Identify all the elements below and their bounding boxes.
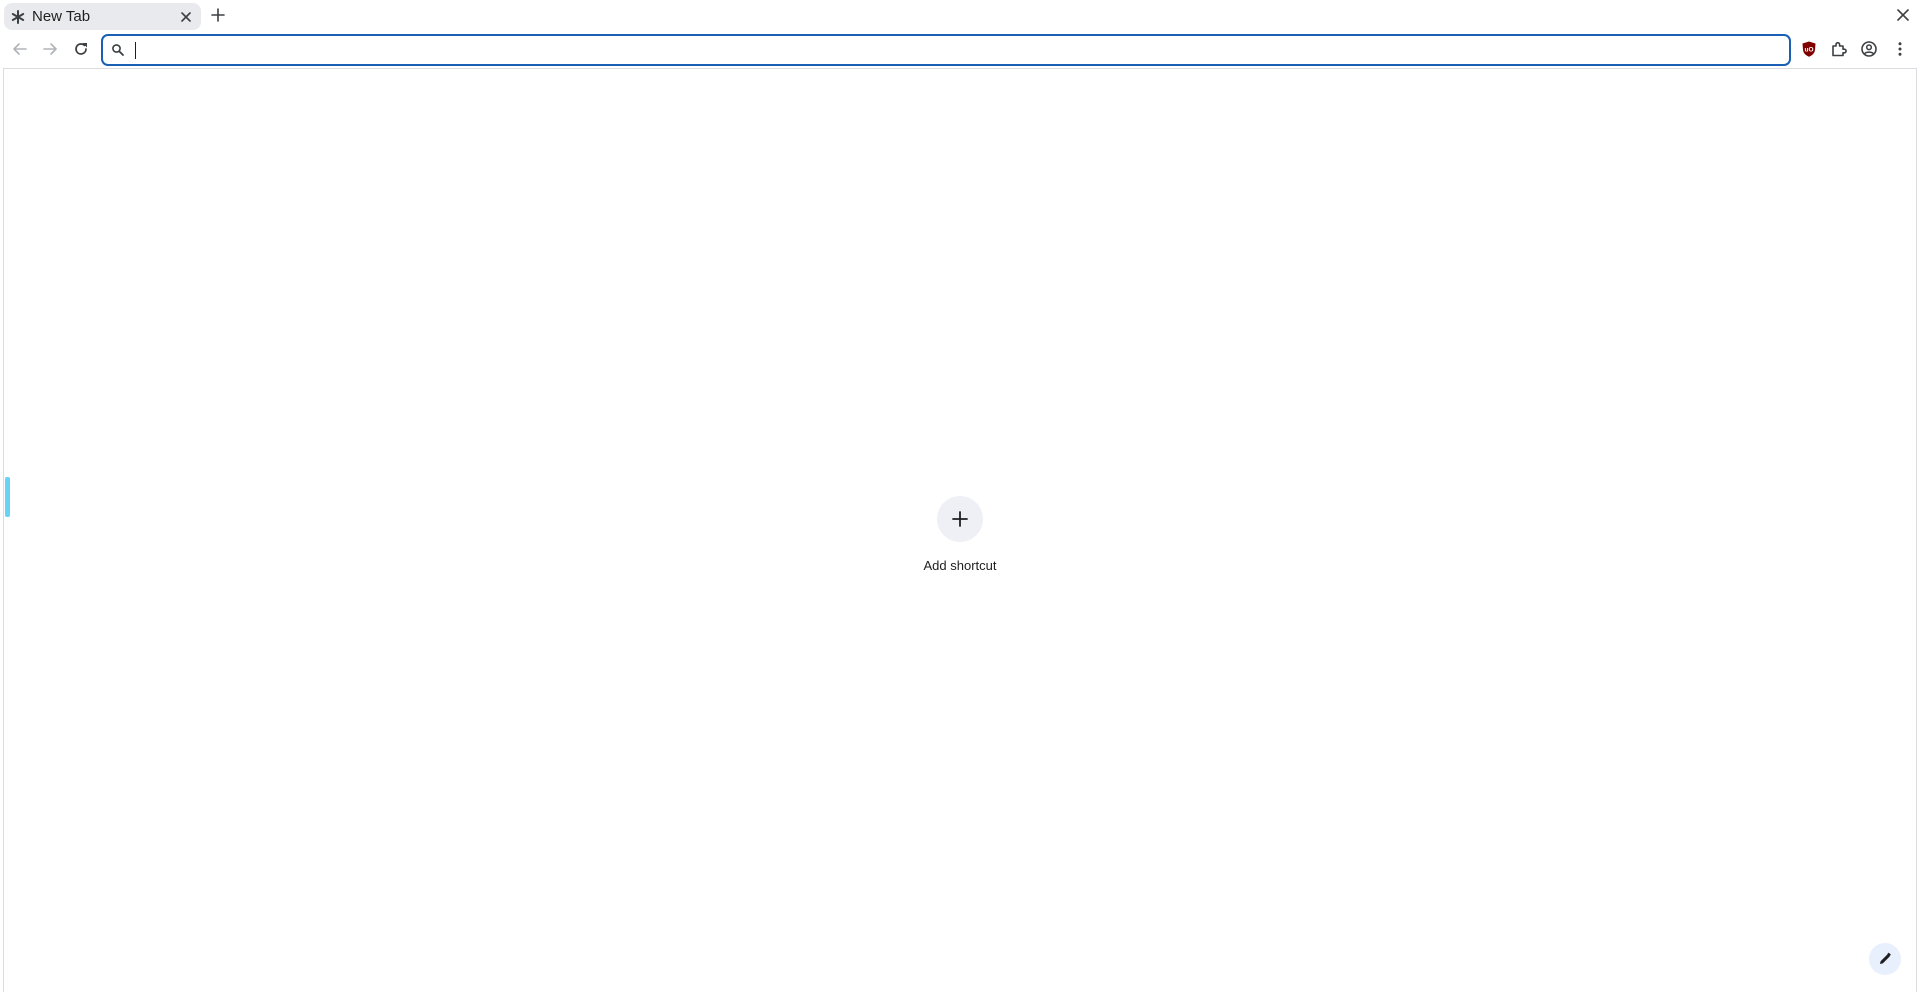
toolbar: uO [0,33,1920,66]
svg-text:uO: uO [1804,47,1813,54]
plus-icon [952,511,968,527]
forward-icon[interactable] [41,40,59,58]
add-shortcut-tile[interactable] [937,496,983,542]
tab-strip: New Tab [0,0,1920,33]
search-icon [112,44,124,56]
tab-title: New Tab [32,8,91,25]
ublock-icon[interactable]: uO [1800,40,1818,58]
close-tab-icon[interactable] [179,10,193,24]
side-panel-indicator [5,477,10,517]
address-input[interactable] [133,39,1773,61]
add-shortcut-button[interactable]: Add shortcut [910,496,1010,576]
menu-icon[interactable] [1891,40,1909,58]
asterisk-icon [11,10,25,24]
new-tab-icon[interactable] [210,7,226,23]
add-shortcut-label: Add shortcut [923,558,997,573]
reload-icon[interactable] [72,40,90,58]
extensions-icon[interactable] [1830,40,1848,58]
window-close-icon[interactable] [1895,7,1911,23]
text-caret [135,42,136,59]
tab-new-tab[interactable]: New Tab [4,3,201,30]
address-bar[interactable] [101,34,1791,66]
profile-icon[interactable] [1860,40,1878,58]
customize-button[interactable] [1869,943,1901,975]
back-icon[interactable] [11,40,29,58]
pencil-icon [1880,952,1891,964]
